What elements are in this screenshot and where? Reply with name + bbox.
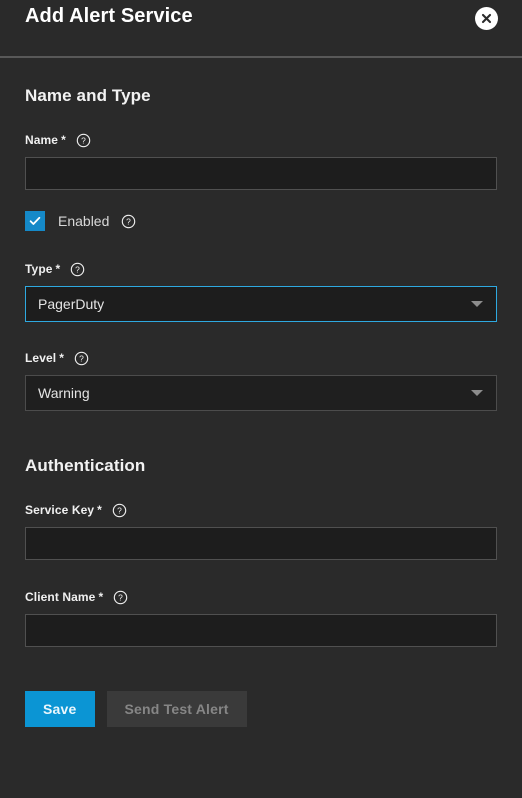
svg-text:?: ? — [118, 592, 123, 602]
label-level: Level — [25, 351, 57, 365]
help-circle-icon[interactable]: ? — [112, 503, 127, 518]
close-icon — [479, 11, 494, 26]
field-label-row-name: Name * ? — [25, 132, 497, 148]
client-name-input[interactable] — [25, 614, 497, 647]
label-client-name: Client Name — [25, 590, 96, 604]
field-label-row-type: Type * ? — [25, 261, 497, 277]
enabled-checkbox-label: Enabled — [58, 213, 110, 229]
type-select-wrapper: PagerDuty — [25, 286, 497, 322]
field-client-name: Client Name * ? — [25, 589, 497, 647]
svg-text:?: ? — [81, 135, 86, 145]
dialog-actions: Save Send Test Alert — [25, 691, 497, 727]
dialog-header: Add Alert Service — [0, 0, 522, 58]
label-type: Type — [25, 262, 53, 276]
page-title: Add Alert Service — [25, 5, 193, 27]
svg-text:?: ? — [75, 264, 80, 274]
required-marker-type: * — [55, 262, 61, 276]
enabled-checkbox-row: Enabled ? — [25, 211, 497, 231]
field-type: Type * ? PagerDuty — [25, 261, 497, 322]
level-select-wrapper: Warning — [25, 375, 497, 411]
field-label-row-level: Level * ? — [25, 350, 497, 366]
service-key-input[interactable] — [25, 527, 497, 560]
required-marker-name: * — [61, 133, 66, 147]
required-marker-service-key: * — [97, 503, 102, 517]
field-name: Name * ? — [25, 132, 497, 190]
level-select-value: Warning — [38, 385, 90, 401]
section-heading-authentication: Authentication — [25, 456, 146, 475]
help-circle-icon[interactable]: ? — [70, 262, 85, 277]
save-button[interactable]: Save — [25, 691, 95, 727]
svg-text:?: ? — [117, 505, 122, 515]
required-marker-level: * — [59, 351, 64, 365]
type-select-value: PagerDuty — [38, 296, 105, 312]
level-select[interactable]: Warning — [25, 375, 497, 411]
send-test-alert-button[interactable]: Send Test Alert — [106, 691, 247, 727]
required-marker-client-name: * — [98, 590, 104, 604]
close-button[interactable] — [475, 7, 498, 30]
field-label-row-client-name: Client Name * ? — [25, 589, 497, 605]
help-circle-icon[interactable]: ? — [113, 590, 128, 605]
checkmark-icon — [28, 214, 42, 228]
section-heading-name-and-type: Name and Type — [25, 86, 151, 105]
svg-text:?: ? — [127, 216, 132, 226]
add-alert-service-dialog: Add Alert Service Name and Type Name * ? — [0, 0, 522, 798]
name-input[interactable] — [25, 157, 497, 190]
svg-text:?: ? — [79, 353, 84, 363]
type-select[interactable]: PagerDuty — [25, 286, 497, 322]
enabled-checkbox[interactable] — [25, 211, 45, 231]
label-service-key: Service Key — [25, 503, 95, 517]
field-level: Level * ? Warning — [25, 350, 497, 411]
help-circle-icon[interactable]: ? — [76, 133, 91, 148]
label-name: Name — [25, 133, 59, 147]
field-label-row-service-key: Service Key * ? — [25, 502, 497, 518]
field-service-key: Service Key * ? — [25, 502, 497, 560]
help-circle-icon[interactable]: ? — [74, 351, 89, 366]
dialog-body: Name and Type Name * ? Enabled ? Type * … — [0, 86, 522, 727]
help-circle-icon[interactable]: ? — [121, 214, 136, 229]
